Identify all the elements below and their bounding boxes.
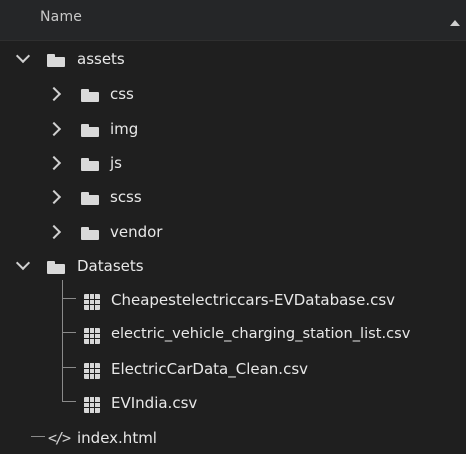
tree-item-vendor[interactable]: vendor: [0, 218, 466, 250]
chevron-right-icon[interactable]: [46, 224, 62, 240]
tree-item-datasets[interactable]: Datasets: [0, 252, 466, 284]
chevron-right-icon[interactable]: [46, 155, 62, 171]
folder-icon: [81, 124, 99, 137]
chevron-up-icon[interactable]: [450, 20, 460, 26]
tree-item-scss[interactable]: scss: [0, 183, 466, 215]
chevron-down-icon[interactable]: [15, 255, 31, 271]
tree-item-label: Cheapestelectriccars-EVDatabase.csv: [111, 291, 396, 309]
chevron-right-icon[interactable]: [46, 189, 62, 205]
tree-item-file[interactable]: EVIndia.csv: [0, 389, 466, 421]
chevron-down-icon[interactable]: [15, 48, 31, 64]
tree-item-label: Datasets: [77, 257, 144, 275]
folder-icon: [81, 158, 99, 171]
folder-icon: [81, 89, 99, 102]
folder-icon: [81, 192, 99, 205]
tree-item-label: electric_vehicle_charging_station_list.c…: [111, 325, 411, 342]
tree-item-label: EVIndia.csv: [111, 394, 198, 412]
tree-item-img[interactable]: img: [0, 115, 466, 147]
tree-item-css[interactable]: css: [0, 80, 466, 112]
tree-item-label: scss: [110, 188, 142, 206]
folder-open-icon: [47, 261, 65, 274]
tree-item-file[interactable]: electric_vehicle_charging_station_list.c…: [0, 320, 466, 352]
chevron-right-icon[interactable]: [46, 121, 62, 137]
tree-item-label: index.html: [77, 429, 157, 447]
table-icon: [84, 363, 100, 379]
tree-item-label: css: [110, 85, 134, 103]
tree-item-index-html[interactable]: </> index.html: [0, 424, 466, 454]
name-column-label: Name: [40, 9, 83, 25]
table-icon: [84, 294, 100, 310]
tree-item-assets[interactable]: assets: [0, 45, 466, 77]
file-explorer: Name assets css img js scss vendor Datas…: [0, 0, 466, 454]
tree-item-label: ElectricCarData_Clean.csv: [111, 360, 309, 378]
table-icon: [84, 397, 100, 413]
column-header[interactable]: Name: [0, 0, 466, 41]
tree-item-file[interactable]: Cheapestelectriccars-EVDatabase.csv: [0, 286, 466, 318]
tree-item-js[interactable]: js: [0, 149, 466, 181]
tree-item-label: js: [110, 154, 122, 172]
folder-open-icon: [47, 54, 65, 67]
code-icon: </>: [48, 429, 71, 447]
folder-icon: [81, 227, 99, 240]
chevron-right-icon[interactable]: [46, 86, 62, 102]
tree-item-label: img: [110, 120, 139, 138]
tree-item-label: vendor: [110, 223, 163, 241]
tree-item-label: assets: [77, 50, 125, 68]
tree-item-file[interactable]: ElectricCarData_Clean.csv: [0, 355, 466, 387]
table-icon: [84, 328, 100, 344]
